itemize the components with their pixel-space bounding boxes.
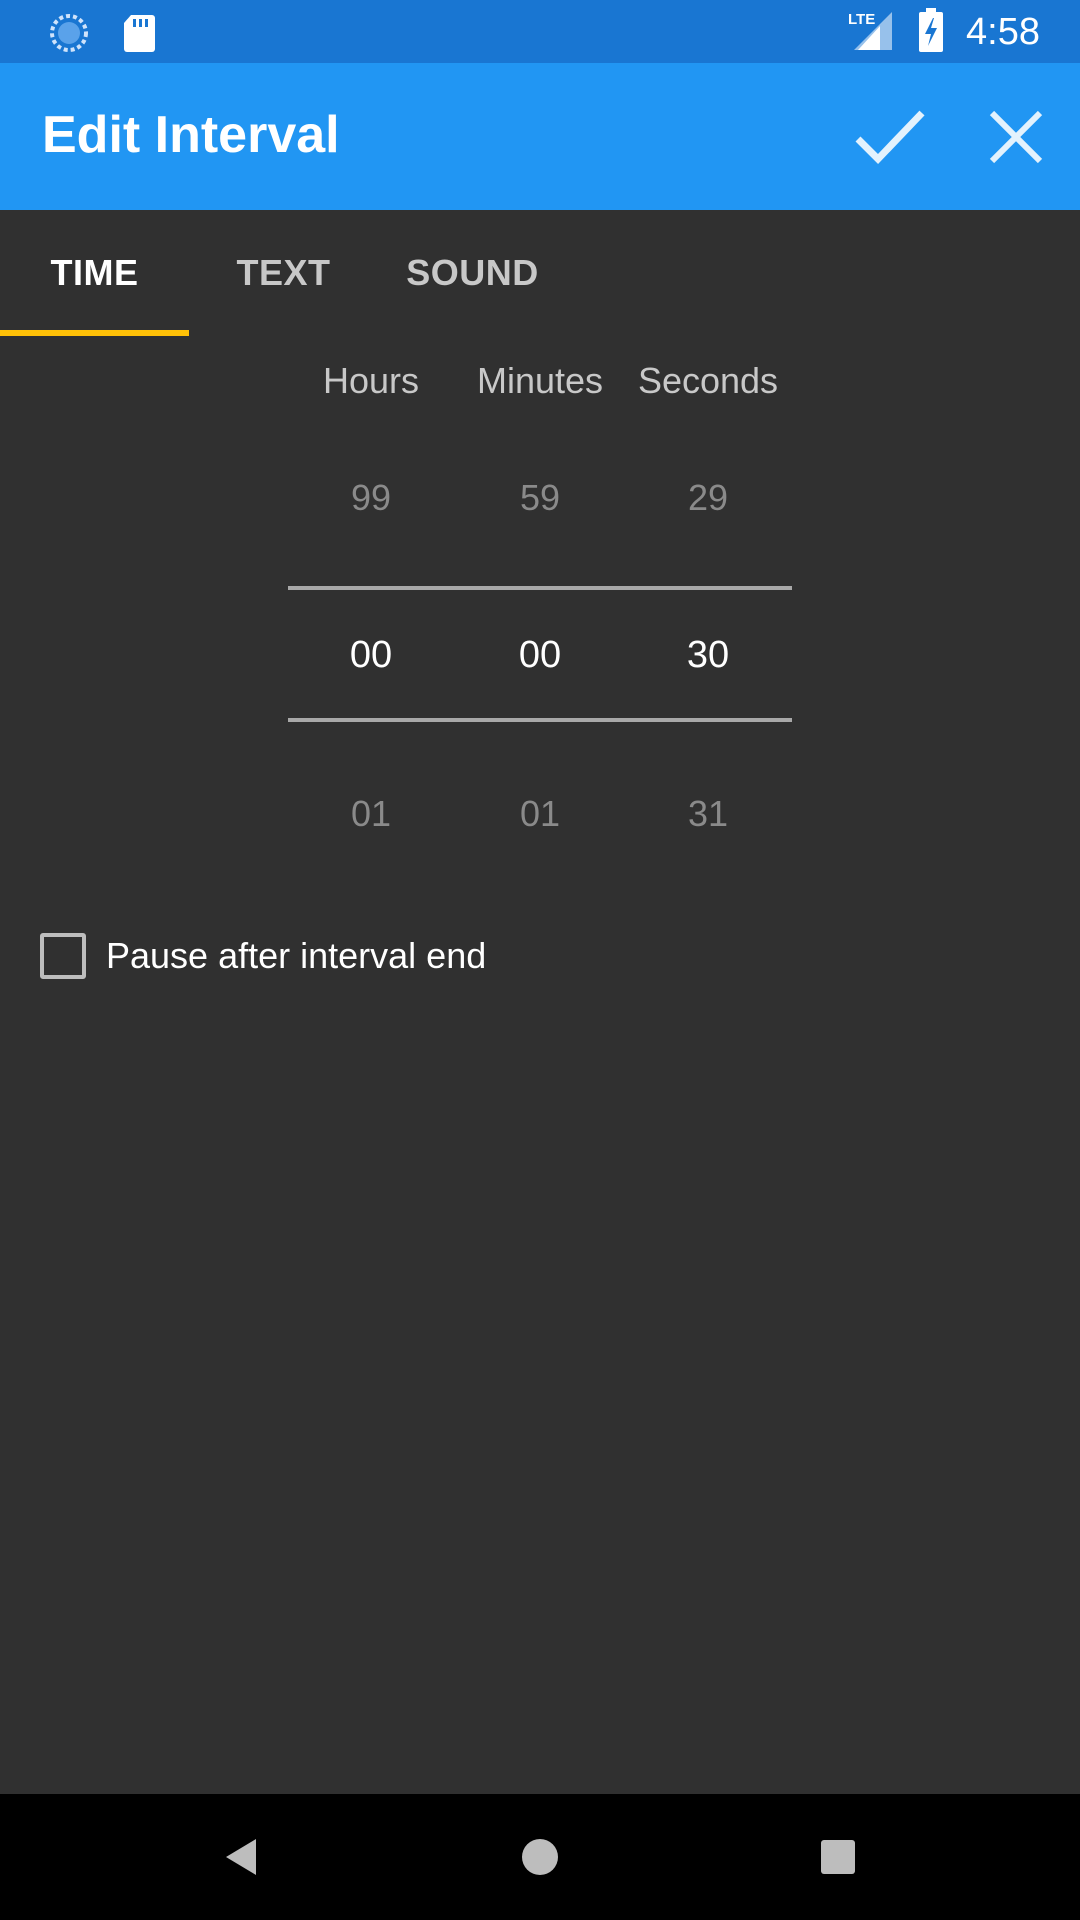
sd-card-icon [122, 13, 156, 58]
status-time: 4:58 [966, 11, 1040, 53]
seconds-picker[interactable]: 30 [624, 634, 792, 677]
tab-time[interactable]: TIME [0, 210, 189, 336]
hours-next[interactable]: 01 [287, 793, 455, 835]
hours-prev[interactable]: 99 [287, 477, 455, 519]
close-icon [989, 110, 1043, 164]
picker-divider-top [288, 586, 792, 590]
seconds-header: Seconds [637, 360, 779, 401]
sync-icon [48, 12, 90, 59]
pause-after-interval-option[interactable]: Pause after interval end [40, 930, 486, 982]
status-bar: LTE 4:58 [0, 0, 1080, 63]
minutes-header: Minutes [476, 360, 604, 401]
minutes-picker[interactable]: 00 [456, 634, 624, 677]
pause-label: Pause after interval end [106, 935, 487, 976]
tab-sound[interactable]: SOUND [378, 210, 567, 336]
svg-text:LTE: LTE [848, 11, 875, 28]
tab-bar: TIME TEXT SOUND [0, 210, 1080, 336]
hours-picker[interactable]: 00 [287, 634, 455, 677]
confirm-button[interactable] [850, 101, 930, 173]
home-button[interactable] [510, 1827, 570, 1887]
hours-header: Hours [322, 360, 420, 401]
picker-row-current: 00 00 30 [0, 634, 1080, 694]
minutes-prev[interactable]: 59 [456, 477, 624, 519]
pause-checkbox[interactable] [40, 933, 86, 979]
recents-button[interactable] [808, 1827, 868, 1887]
lte-signal-icon: LTE [846, 8, 896, 57]
picker-row-next: 01 01 31 [0, 793, 1080, 853]
seconds-prev[interactable]: 29 [624, 477, 792, 519]
seconds-next[interactable]: 31 [624, 793, 792, 835]
tab-text[interactable]: TEXT [189, 210, 378, 336]
recents-icon [821, 1840, 855, 1874]
picker-header: Hours Minutes Seconds [0, 360, 1080, 420]
check-icon [855, 110, 925, 165]
page-title: Edit Interval [42, 106, 340, 164]
screen: LTE 4:58 Edit Interval TIME TEXT SOUND H… [0, 0, 1080, 1920]
system-nav-bar [0, 1794, 1080, 1920]
picker-divider-bottom [288, 718, 792, 722]
minutes-next[interactable]: 01 [456, 793, 624, 835]
home-icon [522, 1839, 558, 1875]
back-button[interactable] [212, 1827, 272, 1887]
tab-indicator [0, 330, 189, 336]
app-bar: Edit Interval [0, 63, 1080, 210]
picker-row-prev: 99 59 29 [0, 477, 1080, 537]
back-icon [226, 1839, 256, 1875]
close-button[interactable] [980, 101, 1052, 173]
battery-charging-icon [918, 8, 944, 57]
